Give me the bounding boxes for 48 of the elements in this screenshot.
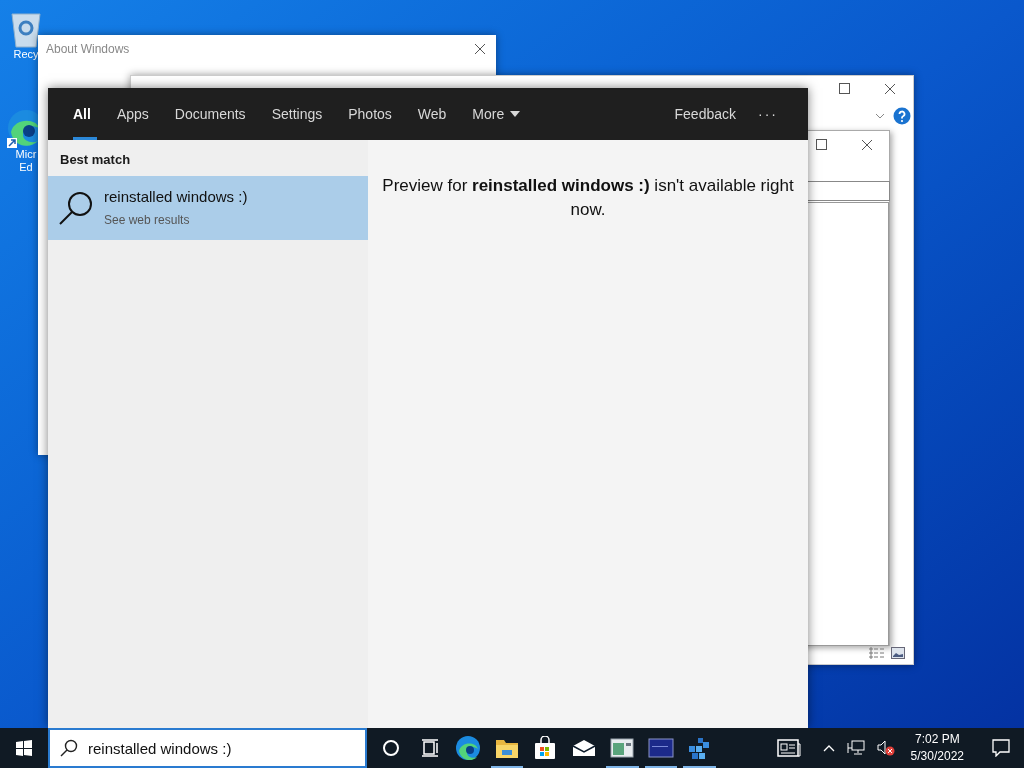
folder-icon[interactable] <box>494 737 519 759</box>
help-icon[interactable] <box>893 107 911 125</box>
tab[interactable]: All <box>60 88 104 140</box>
tab[interactable]: Documents <box>161 88 259 140</box>
swirl-icon[interactable] <box>455 735 482 761</box>
more-options-button[interactable]: ··· <box>748 88 788 140</box>
clock[interactable]: 7:02 PM 5/30/2022 <box>906 731 968 765</box>
cubes-icon[interactable] <box>687 736 712 760</box>
tab[interactable]: More <box>459 88 534 140</box>
maximize-icon[interactable] <box>816 139 827 150</box>
window-icon[interactable] <box>610 738 635 758</box>
time-text: 7:02 PM <box>914 731 960 748</box>
tab[interactable]: Apps <box>103 88 162 140</box>
chevron-up-icon[interactable] <box>822 744 835 752</box>
result-subtitle: See web results <box>104 212 191 230</box>
feedback-button[interactable]: Feedback <box>662 88 748 140</box>
news-icon[interactable] <box>776 739 801 757</box>
circle-icon[interactable] <box>382 739 401 757</box>
notification-icon[interactable] <box>992 739 1010 757</box>
tab[interactable]: Web <box>404 88 460 140</box>
windows-logo-icon <box>16 740 32 756</box>
task-view-icon[interactable] <box>420 739 439 757</box>
envelope-icon[interactable] <box>571 739 596 757</box>
close-icon[interactable] <box>861 139 873 151</box>
search-field[interactable]: reinstalled windows :) <box>48 728 367 768</box>
close-icon[interactable] <box>474 43 486 55</box>
result-title: reinstalled windows :) <box>104 186 248 207</box>
shopping-bag-icon[interactable] <box>534 736 557 760</box>
preview-message: Preview for reinstalled windows :) isn't available right now. <box>381 175 795 221</box>
monitor-icon[interactable] <box>647 738 674 758</box>
tab[interactable]: Photos <box>335 88 405 140</box>
icon-label: Recy <box>13 48 39 61</box>
speaker-muted-icon[interactable] <box>876 740 895 756</box>
tab[interactable]: Settings <box>258 88 336 140</box>
search-icon <box>60 739 78 757</box>
icon-label: Ed <box>19 161 33 174</box>
window-title: About Windows <box>46 41 130 58</box>
search-icon <box>58 189 94 226</box>
details-view-icon[interactable] <box>869 647 885 659</box>
close-icon[interactable] <box>884 83 896 95</box>
date-text: 5/30/2022 <box>910 748 964 765</box>
thumbnail-view-icon[interactable] <box>891 647 905 659</box>
network-icon[interactable] <box>846 740 865 756</box>
section-heading: Best match <box>59 151 132 169</box>
search-result[interactable]: reinstalled windows :) See web results <box>48 175 368 240</box>
maximize-icon[interactable] <box>839 83 850 94</box>
chevron-down-icon[interactable] <box>875 113 885 119</box>
icon-label: Micr <box>15 148 37 161</box>
